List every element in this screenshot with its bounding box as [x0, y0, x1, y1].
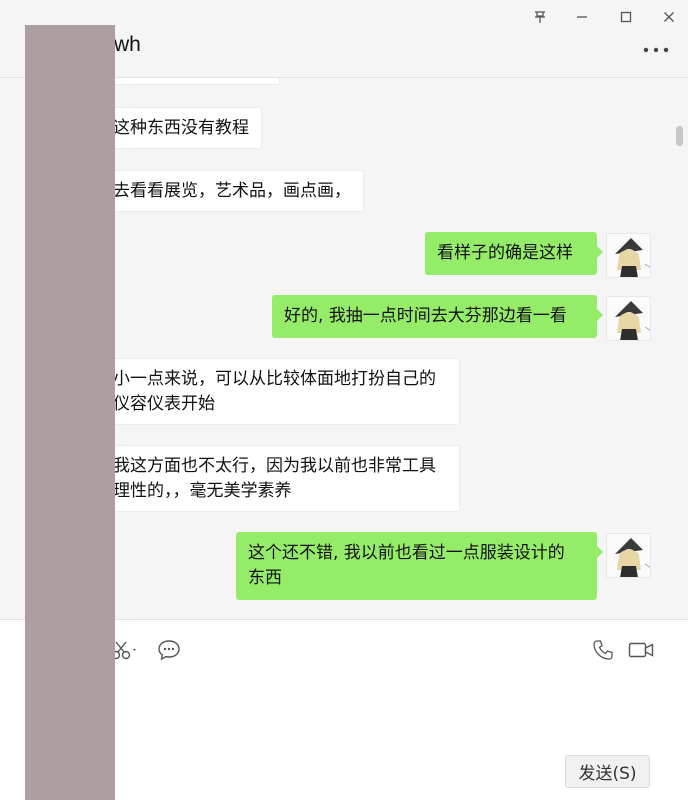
message-bubble-cutoff [100, 78, 280, 85]
message-bubble-incoming[interactable]: 去看看展览，艺术品，画点画， [100, 170, 364, 212]
message-bubble-incoming[interactable]: 我这方面也不太行，因为我以前也非常工具 理性的，，毫无美学素养 [100, 445, 460, 512]
more-dots-icon [643, 47, 669, 53]
avatar[interactable] [606, 533, 651, 578]
minimize-button[interactable] [569, 6, 595, 28]
chat-bubble-icon [158, 640, 180, 661]
close-button[interactable] [656, 6, 682, 28]
message-text-line: 我这方面也不太行，因为我以前也非常工具 [113, 455, 436, 476]
message-bubble-outgoing[interactable]: 看样子的确是这样 [425, 232, 603, 275]
message-text: 看样子的确是这样 [437, 243, 573, 263]
minimize-icon [577, 16, 587, 18]
avatar-icon [615, 238, 650, 277]
message-text-line: 理性的，，毫无美学素养 [113, 480, 292, 501]
maximize-icon [620, 11, 632, 23]
more-button[interactable] [640, 40, 672, 60]
message-text: 好的, 我抽一点时间去大芬那边看一看 [284, 306, 567, 326]
avatar-icon [615, 538, 650, 577]
chat-history-button[interactable] [156, 638, 182, 662]
maximize-button[interactable] [613, 6, 639, 28]
pin-button[interactable] [527, 6, 553, 28]
close-icon [664, 12, 674, 22]
message-bubble-outgoing[interactable]: 好的, 我抽一点时间去大芬那边看一看 [272, 295, 603, 338]
avatar-icon [615, 301, 650, 340]
message-text-line: 东西 [248, 568, 282, 588]
send-button[interactable]: 发送(S) [565, 755, 650, 788]
message-text: 去看看展览，艺术品，画点画， [113, 180, 351, 201]
video-icon [628, 642, 654, 658]
avatar[interactable] [606, 233, 651, 278]
voice-call-button[interactable] [590, 638, 616, 662]
phone-icon [593, 640, 613, 660]
pin-icon [535, 11, 545, 23]
message-text-line: 这个还不错, 我以前也看过一点服装设计的 [248, 543, 565, 563]
message-text-line: 仪容仪表开始 [113, 393, 215, 414]
avatar[interactable] [606, 296, 651, 341]
chat-title: wh [114, 33, 141, 56]
scrollbar-thumb[interactable] [676, 126, 683, 146]
redaction-overlay [25, 25, 115, 800]
video-call-button[interactable] [627, 638, 655, 662]
message-bubble-incoming[interactable]: 小一点来说，可以从比较体面地打扮自己的 仪容仪表开始 [100, 358, 460, 425]
message-text-line: 小一点来说，可以从比较体面地打扮自己的 [113, 368, 436, 389]
message-bubble-outgoing[interactable]: 这个还不错, 我以前也看过一点服装设计的 东西 [236, 532, 603, 600]
message-text: 这种东西没有教程 [113, 117, 249, 138]
message-bubble-incoming[interactable]: 这种东西没有教程 [100, 107, 262, 149]
